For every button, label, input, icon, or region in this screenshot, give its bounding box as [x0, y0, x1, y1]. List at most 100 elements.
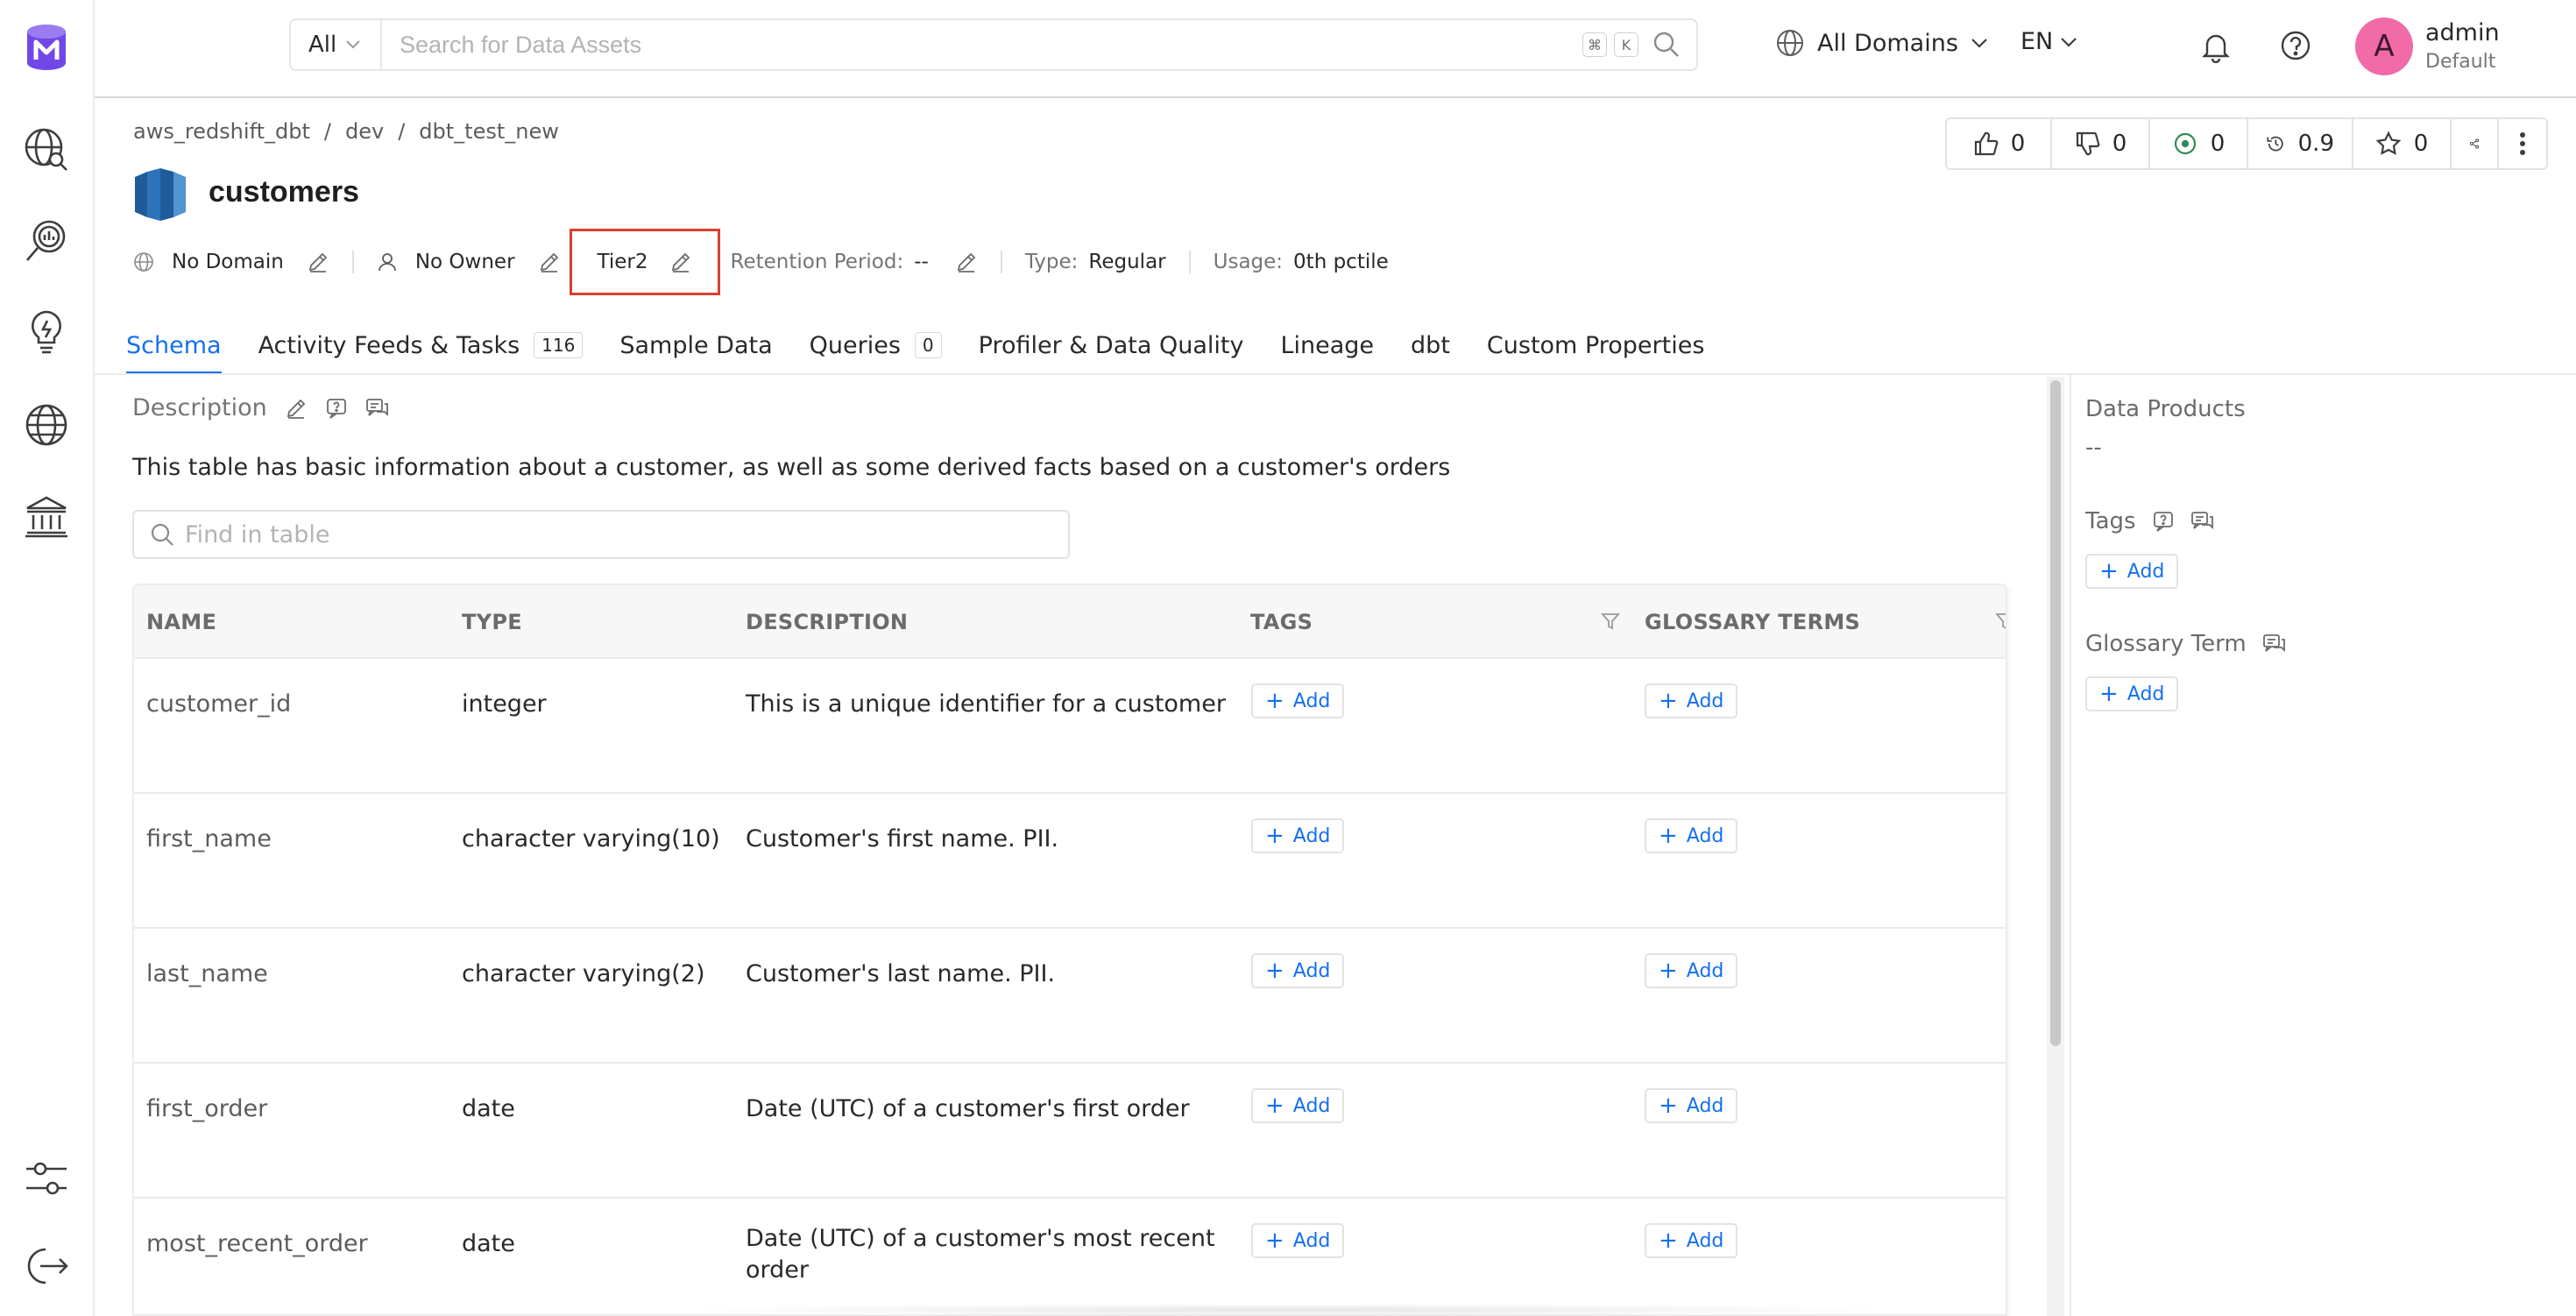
column-header-glossary-terms[interactable]: GLOSSARY TERMS	[1645, 610, 1860, 634]
insights-icon[interactable]	[21, 307, 72, 357]
language-label: EN	[2020, 28, 2054, 55]
tab-profiler[interactable]: Profiler & Data Quality	[979, 319, 1244, 371]
request-description-icon[interactable]	[325, 397, 348, 420]
language-selector[interactable]: EN	[2020, 28, 2077, 55]
type-label: Type:	[1024, 251, 1079, 273]
column-type: date	[462, 1230, 515, 1257]
column-description: Date (UTC) of a customer's first order	[746, 1095, 1190, 1122]
version-button[interactable]: 0.9	[2248, 119, 2353, 168]
add-glossary-term-button[interactable]: + Add	[1645, 1223, 1738, 1258]
tab-lineage[interactable]: Lineage	[1280, 319, 1374, 371]
settings-icon[interactable]	[21, 1153, 72, 1204]
tab-dbt[interactable]: dbt	[1411, 319, 1450, 371]
conversation-icon[interactable]	[2190, 510, 2215, 533]
search-icon[interactable]	[1652, 31, 1681, 59]
tab-label: Custom Properties	[1486, 331, 1705, 359]
find-in-table-input[interactable]	[185, 520, 973, 548]
tab-label: Profiler & Data Quality	[978, 331, 1244, 359]
edit-domain-icon[interactable]	[307, 251, 329, 273]
governance-icon[interactable]	[21, 491, 72, 541]
tab-schema[interactable]: Schema	[126, 319, 222, 375]
usage-label: Usage:	[1213, 251, 1284, 273]
upvote-button[interactable]: 0	[1947, 119, 2052, 168]
search-input[interactable]	[382, 20, 1582, 69]
column-name[interactable]: most_recent_order	[146, 1230, 368, 1257]
column-header-tags[interactable]: TAGS	[1250, 610, 1313, 634]
edit-owner-icon[interactable]	[538, 251, 561, 273]
downvote-button[interactable]: 0	[2052, 119, 2150, 168]
conversation-icon[interactable]	[2262, 633, 2287, 655]
column-header-name[interactable]: NAME	[146, 610, 216, 634]
explore-icon[interactable]	[21, 124, 72, 175]
glossary-term-heading: Glossary Term	[2085, 631, 2287, 657]
follow-button[interactable]: 0	[2353, 119, 2452, 168]
column-type: integer	[462, 690, 547, 718]
search-scope-dropdown[interactable]: All	[291, 20, 382, 69]
user-role: Default	[2425, 51, 2496, 73]
column-name[interactable]: first_name	[146, 825, 272, 853]
tab-label: dbt	[1411, 331, 1450, 359]
share-icon	[2469, 138, 2480, 149]
globe-icon	[134, 252, 153, 272]
add-tag-button[interactable]: + Add	[1251, 683, 1345, 718]
tab-sample-data[interactable]: Sample Data	[619, 319, 772, 371]
add-tag-button[interactable]: + Add	[2085, 554, 2179, 589]
add-glossary-term-button[interactable]: + Add	[1645, 953, 1738, 988]
tab-custom-properties[interactable]: Custom Properties	[1487, 319, 1704, 371]
help-icon[interactable]	[2280, 30, 2311, 65]
conversation-icon[interactable]	[365, 397, 390, 420]
breadcrumb-separator: /	[398, 119, 406, 144]
logo-icon[interactable]	[19, 21, 74, 75]
usage-meta: Usage: 0th pctile	[1214, 251, 1389, 273]
add-tag-button[interactable]: + Add	[1251, 1088, 1345, 1123]
thumbs-up-icon	[1974, 131, 1999, 156]
domain-value: No Domain	[172, 251, 284, 273]
schema-table: NAME TYPE DESCRIPTION TAGS GLOSSARY TERM…	[132, 584, 2007, 1316]
add-tag-button[interactable]: + Add	[1251, 1223, 1345, 1258]
domains-icon[interactable]	[21, 400, 72, 450]
scrollbar-thumb[interactable]	[2050, 380, 2061, 1046]
request-tags-icon[interactable]	[2152, 510, 2175, 533]
breadcrumb-item-service[interactable]: aws_redshift_dbt	[133, 119, 310, 144]
add-tag-button[interactable]: + Add	[1251, 818, 1345, 853]
edit-description-icon[interactable]	[285, 397, 308, 420]
user-avatar[interactable]: A	[2355, 18, 2413, 75]
filter-icon[interactable]	[1995, 612, 2007, 631]
notification-bell-icon[interactable]	[2199, 30, 2233, 67]
breadcrumb-item-database[interactable]: dev	[345, 119, 384, 144]
edit-tier-icon[interactable]	[669, 251, 692, 273]
column-header-description[interactable]: DESCRIPTION	[746, 610, 908, 634]
plus-icon: +	[1659, 823, 1678, 849]
column-name[interactable]: first_order	[146, 1095, 267, 1122]
user-name[interactable]: admin	[2425, 19, 2500, 46]
add-glossary-term-button[interactable]: + Add	[1645, 683, 1738, 718]
add-glossary-term-button[interactable]: + Add	[2085, 676, 2179, 711]
retention-label: Retention Period:	[730, 251, 904, 273]
logout-icon[interactable]	[21, 1241, 72, 1291]
domain-selector[interactable]: All Domains	[1775, 28, 1988, 58]
downvote-count: 0	[2112, 131, 2127, 157]
edit-retention-icon[interactable]	[955, 251, 978, 273]
tab-activity-feeds[interactable]: Activity Feeds & Tasks 116	[258, 319, 584, 371]
column-header-type[interactable]: TYPE	[462, 610, 522, 634]
filter-icon[interactable]	[1601, 612, 1620, 631]
more-options-button[interactable]	[2499, 119, 2546, 168]
global-search: All ⌘ K	[289, 18, 1698, 71]
tab-queries[interactable]: Queries 0	[810, 319, 942, 371]
retention-value: --	[914, 251, 929, 273]
column-name[interactable]: last_name	[146, 960, 268, 987]
data-quality-icon[interactable]	[21, 216, 72, 266]
add-glossary-term-button[interactable]: + Add	[1645, 1088, 1738, 1123]
conversation-count: 0	[2210, 131, 2226, 157]
search-scope-label: All	[308, 32, 337, 58]
add-label: Add	[1292, 959, 1331, 982]
share-button[interactable]	[2452, 119, 2499, 168]
add-tag-button[interactable]: + Add	[1251, 953, 1345, 988]
column-name[interactable]: customer_id	[146, 690, 291, 718]
add-glossary-term-button[interactable]: + Add	[1645, 818, 1738, 853]
description-header: Description	[132, 394, 390, 421]
conversation-button[interactable]: 0	[2150, 119, 2248, 168]
breadcrumb-item-schema[interactable]: dbt_test_new	[419, 119, 559, 144]
chevron-down-icon	[346, 40, 360, 49]
add-label: Add	[1686, 690, 1724, 712]
